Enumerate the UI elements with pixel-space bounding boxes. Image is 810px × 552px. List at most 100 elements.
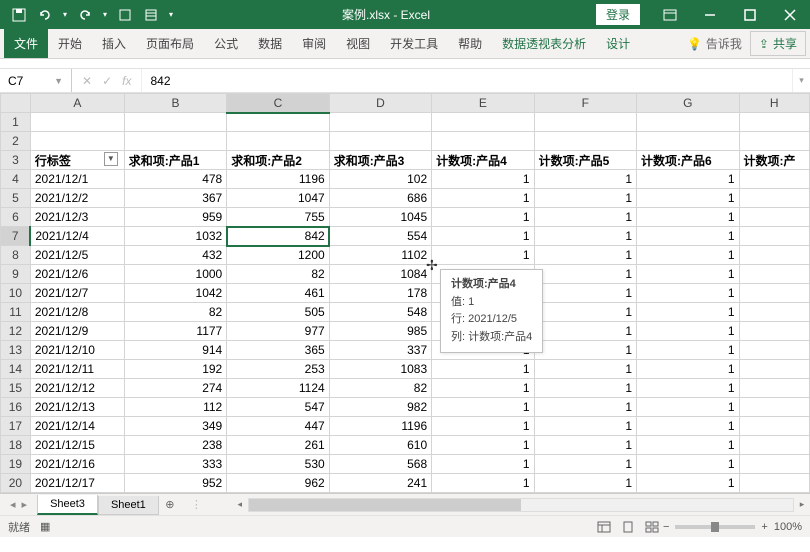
cell-E7[interactable]: 1: [432, 227, 534, 246]
cell-A1[interactable]: [30, 113, 124, 132]
tab-review[interactable]: 审阅: [292, 29, 336, 58]
cell-B12[interactable]: 1177: [124, 322, 226, 341]
close-button[interactable]: [770, 0, 810, 29]
scrollbar-thumb[interactable]: [249, 499, 521, 511]
cell-F9[interactable]: 1: [534, 265, 636, 284]
pivot-header-D[interactable]: 求和项:产品3: [329, 151, 431, 170]
cell-B15[interactable]: 274: [124, 379, 226, 398]
tab-developer[interactable]: 开发工具: [380, 29, 448, 58]
save-button[interactable]: [8, 4, 30, 26]
cell-D10[interactable]: 178: [329, 284, 431, 303]
cell-F18[interactable]: 1: [534, 436, 636, 455]
cell-H14[interactable]: [739, 360, 810, 379]
cell-F12[interactable]: 1: [534, 322, 636, 341]
cell-B8[interactable]: 432: [124, 246, 226, 265]
tab-view[interactable]: 视图: [336, 29, 380, 58]
cell-D18[interactable]: 610: [329, 436, 431, 455]
qat-customize[interactable]: ▾: [166, 4, 176, 26]
row-header-9[interactable]: 9: [1, 265, 31, 284]
cell-F7[interactable]: 1: [534, 227, 636, 246]
cell-H11[interactable]: [739, 303, 810, 322]
cell-H5[interactable]: [739, 189, 810, 208]
formula-input[interactable]: 842: [141, 69, 792, 92]
cell-D8[interactable]: 1102: [329, 246, 431, 265]
row-header-19[interactable]: 19: [1, 455, 31, 474]
cell-A4[interactable]: 2021/12/1: [30, 170, 124, 189]
tab-file[interactable]: 文件: [4, 29, 48, 58]
cell-H13[interactable]: [739, 341, 810, 360]
view-normal-button[interactable]: [593, 518, 615, 536]
macro-record-icon[interactable]: ▦: [40, 520, 50, 533]
view-pagebreak-button[interactable]: [641, 518, 663, 536]
login-button[interactable]: 登录: [596, 4, 640, 25]
cell-G17[interactable]: 1: [637, 417, 739, 436]
cell-D2[interactable]: [329, 132, 431, 151]
scroll-right-icon[interactable]: ▸: [794, 499, 810, 510]
cell-F11[interactable]: 1: [534, 303, 636, 322]
cell-G20[interactable]: 1: [637, 474, 739, 493]
row-header-15[interactable]: 15: [1, 379, 31, 398]
column-header-F[interactable]: F: [534, 94, 636, 113]
cell-C18[interactable]: 261: [227, 436, 329, 455]
tab-formulas[interactable]: 公式: [204, 29, 248, 58]
cell-G5[interactable]: 1: [637, 189, 739, 208]
cell-G11[interactable]: 1: [637, 303, 739, 322]
cell-A7[interactable]: 2021/12/4: [30, 227, 124, 246]
cell-H1[interactable]: [739, 113, 810, 132]
cell-A17[interactable]: 2021/12/14: [30, 417, 124, 436]
cell-B2[interactable]: [124, 132, 226, 151]
cell-C12[interactable]: 977: [227, 322, 329, 341]
cell-C17[interactable]: 447: [227, 417, 329, 436]
cell-C16[interactable]: 547: [227, 398, 329, 417]
row-header-17[interactable]: 17: [1, 417, 31, 436]
cell-C13[interactable]: 365: [227, 341, 329, 360]
column-header-B[interactable]: B: [124, 94, 226, 113]
cell-A9[interactable]: 2021/12/6: [30, 265, 124, 284]
cell-H16[interactable]: [739, 398, 810, 417]
cell-F8[interactable]: 1: [534, 246, 636, 265]
cell-B11[interactable]: 82: [124, 303, 226, 322]
row-header-7[interactable]: 7: [1, 227, 31, 246]
cell-G12[interactable]: 1: [637, 322, 739, 341]
column-header-D[interactable]: D: [329, 94, 431, 113]
pivot-header-E[interactable]: 计数项:产品4: [432, 151, 534, 170]
cell-H2[interactable]: [739, 132, 810, 151]
cell-C7[interactable]: 842: [227, 227, 329, 246]
cell-H8[interactable]: [739, 246, 810, 265]
cell-D4[interactable]: 102: [329, 170, 431, 189]
cell-A6[interactable]: 2021/12/3: [30, 208, 124, 227]
tab-data[interactable]: 数据: [248, 29, 292, 58]
tell-me[interactable]: 💡 告诉我: [679, 35, 750, 52]
cell-A16[interactable]: 2021/12/13: [30, 398, 124, 417]
cell-C20[interactable]: 962: [227, 474, 329, 493]
cell-A14[interactable]: 2021/12/11: [30, 360, 124, 379]
cell-G19[interactable]: 1: [637, 455, 739, 474]
cell-E20[interactable]: 1: [432, 474, 534, 493]
cell-D7[interactable]: 554: [329, 227, 431, 246]
cell-B4[interactable]: 478: [124, 170, 226, 189]
sheet-tab-sheet1[interactable]: Sheet1: [98, 496, 159, 515]
cell-H20[interactable]: [739, 474, 810, 493]
cell-H6[interactable]: [739, 208, 810, 227]
cell-B10[interactable]: 1042: [124, 284, 226, 303]
cell-G16[interactable]: 1: [637, 398, 739, 417]
fx-icon[interactable]: fx: [122, 74, 131, 88]
cell-B1[interactable]: [124, 113, 226, 132]
cell-G9[interactable]: 1: [637, 265, 739, 284]
cell-A5[interactable]: 2021/12/2: [30, 189, 124, 208]
column-header-A[interactable]: A: [30, 94, 124, 113]
row-header-10[interactable]: 10: [1, 284, 31, 303]
cell-E18[interactable]: 1: [432, 436, 534, 455]
redo-dropdown[interactable]: ▾: [100, 4, 110, 26]
cell-A13[interactable]: 2021/12/10: [30, 341, 124, 360]
cell-D15[interactable]: 82: [329, 379, 431, 398]
cell-F15[interactable]: 1: [534, 379, 636, 398]
row-header-4[interactable]: 4: [1, 170, 31, 189]
cell-F16[interactable]: 1: [534, 398, 636, 417]
ribbon-display-button[interactable]: [650, 0, 690, 29]
row-header-6[interactable]: 6: [1, 208, 31, 227]
horizontal-scrollbar[interactable]: ◂ ▸: [232, 498, 810, 512]
cell-D14[interactable]: 1083: [329, 360, 431, 379]
tab-help[interactable]: 帮助: [448, 29, 492, 58]
row-header-11[interactable]: 11: [1, 303, 31, 322]
